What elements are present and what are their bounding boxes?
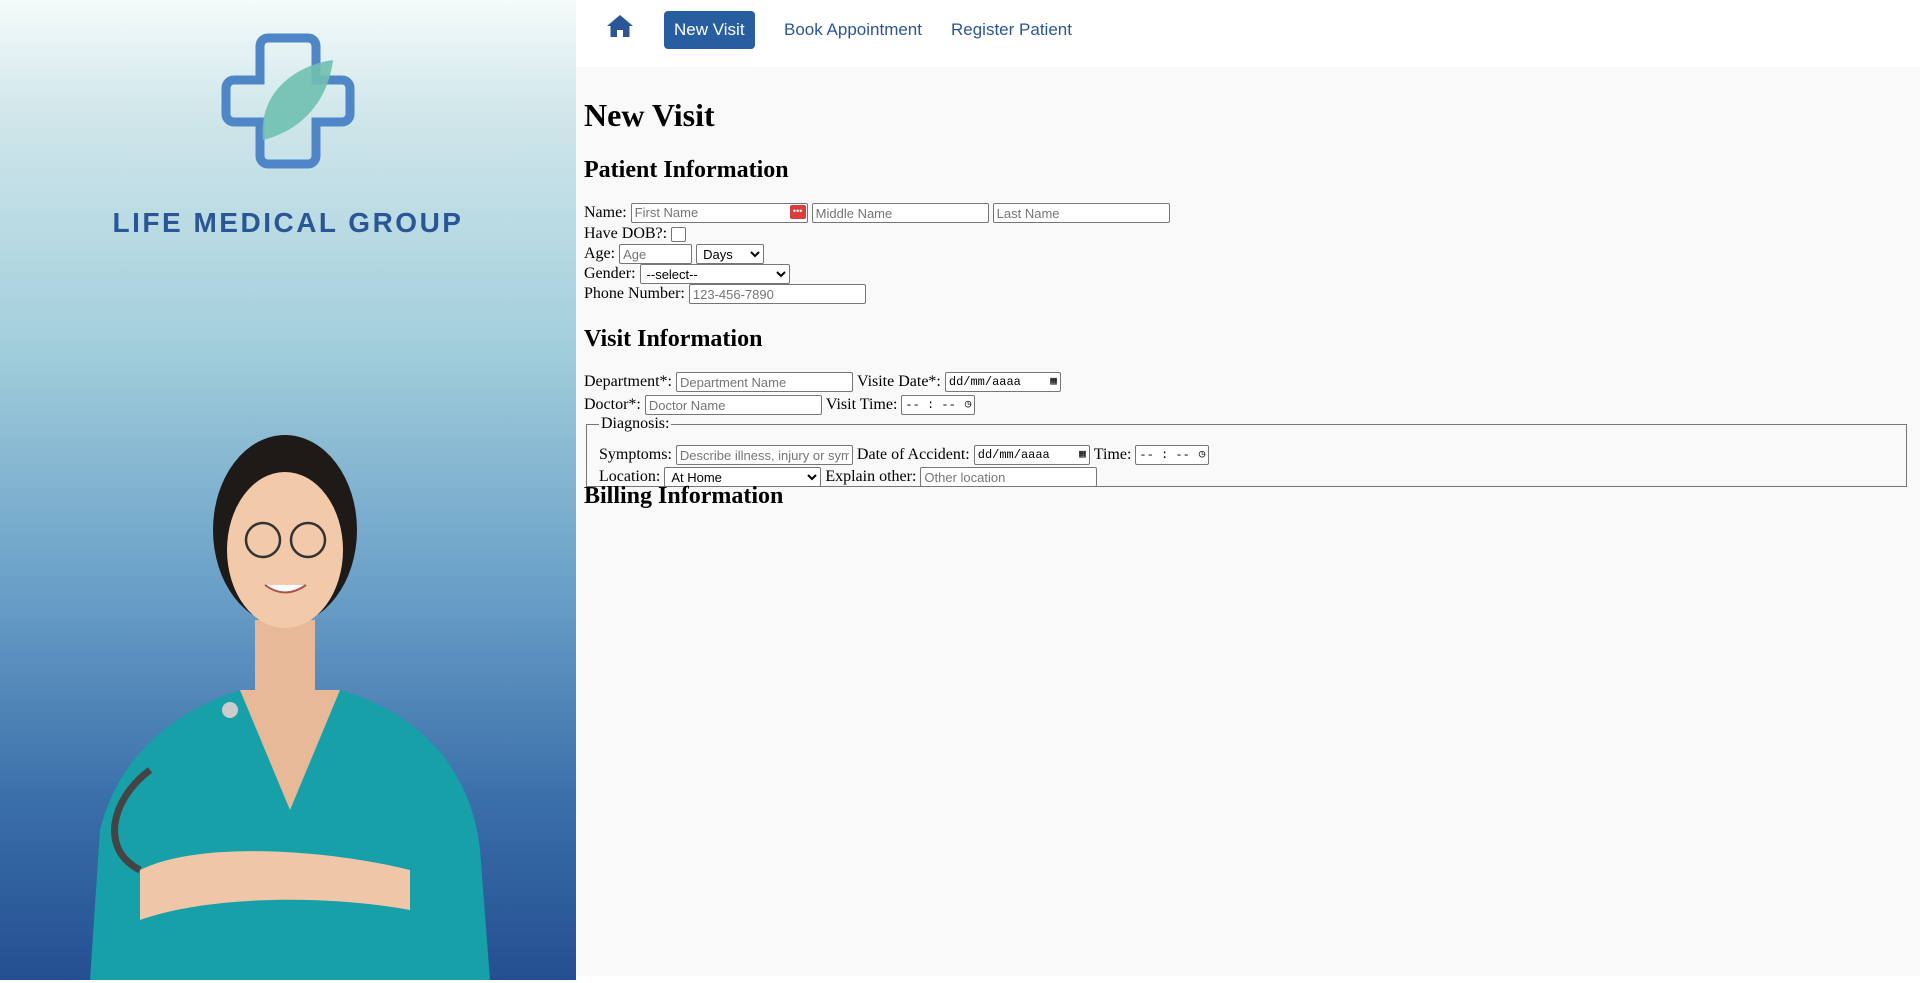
diagnosis-fieldset: Diagnosis: Symptoms: Date of Accident: d… xyxy=(586,415,1907,487)
calendar-icon[interactable]: ▦ xyxy=(1050,372,1057,392)
dob-row: Have DOB?: xyxy=(584,223,687,245)
doctor-input[interactable] xyxy=(644,395,822,415)
first-name-wrapper: ••• xyxy=(630,202,808,224)
symptoms-label: Symptoms: xyxy=(599,446,672,463)
clock-icon[interactable]: ◷ xyxy=(1199,445,1206,465)
name-label: Name: xyxy=(584,204,627,221)
doctor-label: Doctor*: xyxy=(584,396,641,413)
other-location-input[interactable] xyxy=(920,467,1098,487)
accident-time-label: Time: xyxy=(1093,446,1132,463)
password-manager-icon[interactable]: ••• xyxy=(789,204,806,219)
calendar-icon[interactable]: ▦ xyxy=(1079,445,1086,465)
age-unit-select[interactable]: Days xyxy=(696,244,765,264)
age-input[interactable] xyxy=(619,244,693,264)
first-name-input[interactable] xyxy=(630,202,808,223)
accident-date-input[interactable]: dd/mm/aaaa ▦ xyxy=(973,445,1090,465)
billing-info-heading: Billing Information xyxy=(584,483,784,509)
name-row: Name: ••• xyxy=(584,202,1170,224)
medical-cross-logo xyxy=(221,33,355,169)
age-row: Age: Days xyxy=(584,243,765,265)
doctor-photo xyxy=(90,435,490,980)
gender-label: Gender: xyxy=(584,265,636,282)
age-label: Age: xyxy=(584,245,616,262)
page-title: New Visit xyxy=(584,97,715,133)
accident-date-label: Date of Accident: xyxy=(856,446,970,463)
nav-new-visit[interactable]: New Visit xyxy=(664,11,755,49)
visit-info-heading: Visit Information xyxy=(584,326,763,352)
department-row: Department*: Visite Date*: dd/mm/aaaa ▦ xyxy=(584,371,1061,393)
symptoms-row: Symptoms: Date of Accident: dd/mm/aaaa ▦… xyxy=(599,444,1210,466)
gender-select[interactable]: --select-- xyxy=(639,264,790,284)
phone-label: Phone Number: xyxy=(584,285,685,302)
visit-time-input[interactable]: -- : -- ◷ xyxy=(901,395,976,415)
have-dob-checkbox[interactable] xyxy=(671,226,687,242)
top-nav: New Visit Book Appointment Register Pati… xyxy=(576,0,1920,67)
middle-name-input[interactable] xyxy=(811,203,989,223)
nav-register-patient[interactable]: Register Patient xyxy=(941,11,1082,49)
symptoms-input[interactable] xyxy=(675,445,853,465)
department-input[interactable] xyxy=(675,372,853,392)
diagnosis-legend: Diagnosis: xyxy=(601,415,670,432)
visit-date-placeholder: dd/mm/aaaa xyxy=(948,375,1021,389)
brand-panel: LIFE MEDICAL GROUP xyxy=(0,0,576,980)
clock-icon[interactable]: ◷ xyxy=(965,395,972,415)
patient-info-heading: Patient Information xyxy=(584,157,789,183)
nav-book-appointment[interactable]: Book Appointment xyxy=(774,11,932,49)
phone-input[interactable] xyxy=(688,284,866,304)
phone-row: Phone Number: xyxy=(584,283,866,305)
accident-time-placeholder: -- : -- xyxy=(1139,448,1190,462)
gender-row: Gender: --select-- xyxy=(584,263,790,285)
visit-time-placeholder: -- : -- xyxy=(905,398,956,412)
accident-time-input[interactable]: -- : -- ◷ xyxy=(1135,445,1210,465)
last-name-input[interactable] xyxy=(992,203,1170,223)
accident-date-placeholder: dd/mm/aaaa xyxy=(977,448,1050,462)
visit-date-label: Visite Date*: xyxy=(856,373,941,390)
visit-date-input[interactable]: dd/mm/aaaa ▦ xyxy=(944,372,1061,392)
visit-time-label: Visit Time: xyxy=(825,396,898,413)
department-label: Department*: xyxy=(584,373,672,390)
dob-label: Have DOB?: xyxy=(584,225,668,242)
doctor-row: Doctor*: Visit Time: -- : -- ◷ xyxy=(584,394,976,416)
main-content: New Visit Patient Information Name: ••• … xyxy=(576,67,1920,976)
home-icon[interactable] xyxy=(606,13,634,39)
brand-name: LIFE MEDICAL GROUP xyxy=(112,207,464,238)
explain-other-label: Explain other: xyxy=(825,468,917,485)
